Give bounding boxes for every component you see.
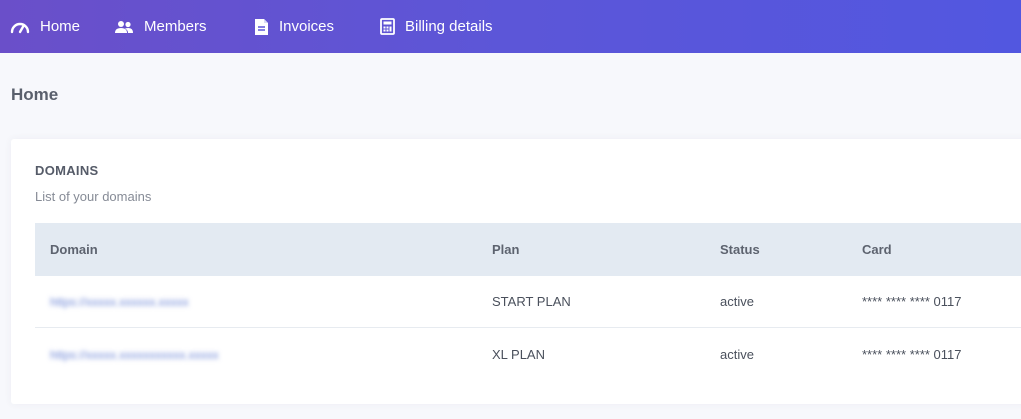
table-header: Domain Plan Status Card (35, 223, 1021, 276)
domains-card: DOMAINS List of your domains Domain Plan… (11, 139, 1021, 404)
calculator-icon (380, 18, 395, 35)
table-row: https://xxxxx.xxxxxxxxxxx.xxxxx XL PLAN … (35, 328, 1021, 380)
plan-cell: START PLAN (492, 294, 571, 309)
nav-item-members[interactable]: Members (104, 0, 240, 53)
status-cell: active (720, 294, 754, 309)
nav-item-label: Members (144, 18, 207, 35)
nav-item-label: Home (40, 18, 81, 35)
users-icon (114, 20, 134, 34)
nav-item-home[interactable]: Home (0, 0, 100, 53)
top-navigation: Home Members Invoices Billing details (0, 0, 1021, 53)
nav-item-invoices[interactable]: Invoices (244, 0, 370, 53)
column-header-status: Status (720, 242, 760, 257)
document-icon (254, 18, 269, 36)
card-subtitle: List of your domains (35, 189, 152, 204)
nav-item-billing-details[interactable]: Billing details (370, 0, 540, 53)
card-title: DOMAINS (35, 163, 99, 178)
card-cell: **** **** **** 0117 (862, 346, 962, 362)
domains-table: Domain Plan Status Card https://xxxxx.xx… (35, 223, 1021, 380)
nav-item-label: Billing details (405, 18, 493, 35)
column-header-plan: Plan (492, 242, 520, 257)
status-cell: active (720, 346, 754, 362)
table-row: https://xxxxx.xxxxxx.xxxxx START PLAN ac… (35, 276, 1021, 328)
domain-link[interactable]: https://xxxxx.xxxxxxxxxxx.xxxxx (50, 348, 219, 362)
nav-item-label: Invoices (279, 18, 335, 35)
card-cell: **** **** **** 0117 (862, 294, 962, 309)
column-header-domain: Domain (50, 242, 98, 257)
domain-link[interactable]: https://xxxxx.xxxxxx.xxxxx (50, 295, 189, 309)
plan-cell: XL PLAN (492, 346, 545, 362)
page-title: Home (11, 85, 59, 104)
gauge-icon (10, 20, 30, 34)
column-header-card: Card (862, 242, 892, 257)
